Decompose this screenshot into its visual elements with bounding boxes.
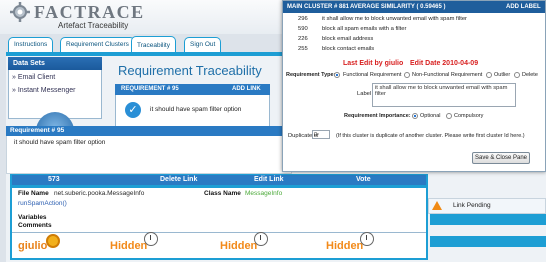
radio-label: Delete <box>522 72 538 78</box>
last-edit-text: Last Edit by giulio <box>343 60 404 67</box>
tab-instructions[interactable]: Instructions <box>8 37 54 52</box>
dataset-item-email-client[interactable]: » Email Client <box>12 74 55 81</box>
cluster-row-id: 590 <box>298 26 308 32</box>
tab-sign-out[interactable]: Sign Out <box>184 37 222 52</box>
radio-label: Non-Functional Requirement <box>412 72 483 78</box>
label-field-label: Label <box>357 91 372 97</box>
radio-delete[interactable] <box>514 72 520 78</box>
cluster-row-text: block contact emails <box>322 46 375 52</box>
dataset-label: Instant Messenger <box>17 87 76 94</box>
radio-label: Outlier <box>494 72 511 78</box>
radio-non-functional[interactable] <box>404 72 410 78</box>
duplicate-help: (If this cluster is duplicate of another… <box>336 133 525 139</box>
variables-label: Variables <box>18 214 47 221</box>
radio-outlier[interactable] <box>486 72 492 78</box>
radio-optional[interactable] <box>412 113 418 119</box>
label-textarea[interactable]: it shall allow me to block unwanted emai… <box>372 83 516 107</box>
user-name: giulio <box>18 240 48 252</box>
cluster-title: MAIN CLUSTER # 881 <box>287 4 350 10</box>
edit-date-text: Edit Date 2010-04-09 <box>410 60 479 67</box>
hidden-label: Hidden <box>110 240 148 252</box>
file-name-label: File Name <box>18 190 49 197</box>
page: FACTRACE Artefact Traceability Instructi… <box>0 0 546 262</box>
method-link[interactable]: runSpamAction() <box>18 200 67 207</box>
link-pending-label: Link Pending <box>453 202 491 209</box>
add-label-button[interactable]: ADD LABEL <box>506 1 541 13</box>
cluster-similarity: AVERAGE SIMILARITY ( 0.59465 ) <box>350 4 446 10</box>
warning-icon <box>432 201 442 210</box>
importance-label: Requirement Importance: <box>344 113 411 119</box>
clock-icon[interactable] <box>254 232 268 246</box>
page-title: Requirement Traceability <box>118 63 262 78</box>
gear-logo-icon <box>10 2 30 22</box>
requirement-text: it should have spam filter option <box>150 106 242 113</box>
delete-link-button[interactable]: Delete Link <box>160 175 197 185</box>
radio-functional[interactable] <box>334 72 340 78</box>
cluster-row-text: it shall allow me to block unwanted emai… <box>322 16 467 22</box>
cluster-row-text: block email address <box>322 36 374 42</box>
panel-bar <box>430 214 546 225</box>
clock-icon[interactable] <box>144 232 158 246</box>
class-name-label: Class Name <box>204 190 241 197</box>
cluster-row-text: block all spam emails with a filter <box>322 26 407 32</box>
save-close-button[interactable]: Save & Close Pane <box>472 152 530 164</box>
link-table-divider <box>12 185 426 188</box>
cluster-row-id: 226 <box>298 36 308 42</box>
clock-icon[interactable] <box>360 232 374 246</box>
panel-bar <box>430 236 546 247</box>
comments-label: Comments <box>18 222 52 229</box>
hidden-label: Hidden <box>326 240 364 252</box>
radio-label: Functional Requirement <box>343 72 402 78</box>
file-name-value: net.suberic.pooka.MessageInfo <box>54 190 145 197</box>
cluster-row-id: 255 <box>298 46 308 52</box>
datasets-title: Data Sets <box>8 57 102 70</box>
cluster-row-id: 296 <box>298 16 308 22</box>
app-logo: FACTRACE <box>34 2 145 22</box>
check-icon: ✓ <box>125 102 141 118</box>
settings-gear-icon[interactable] <box>46 234 60 248</box>
tab-requirement-clusters[interactable]: Requirement Clusters <box>60 37 135 52</box>
link-id: 573 <box>48 176 60 183</box>
hidden-label: Hidden <box>220 240 258 252</box>
add-link-button[interactable]: ADD LINK <box>232 84 261 95</box>
radio-label: Compulsory <box>454 113 484 119</box>
app-subtitle: Artefact Traceability <box>58 21 129 30</box>
requirement-panel-header: Requirement # 95 <box>6 126 292 136</box>
radio-compulsory[interactable] <box>446 113 452 119</box>
radio-label: Optional <box>420 113 441 119</box>
vote-label: Vote <box>356 176 371 183</box>
edit-link-button[interactable]: Edit Link <box>254 175 284 185</box>
dataset-label: Email Client <box>17 74 56 81</box>
dataset-item-instant-messenger[interactable]: » Instant Messenger <box>12 87 75 94</box>
tab-traceability[interactable]: Traceability <box>131 36 176 53</box>
requirement-panel-text: it should have spam filter option <box>14 139 106 146</box>
duplicate-input[interactable]: 0 <box>312 130 330 139</box>
requirement-type-label: Requirement Type: <box>286 72 336 78</box>
class-name-value: MessageInfo <box>245 190 283 197</box>
